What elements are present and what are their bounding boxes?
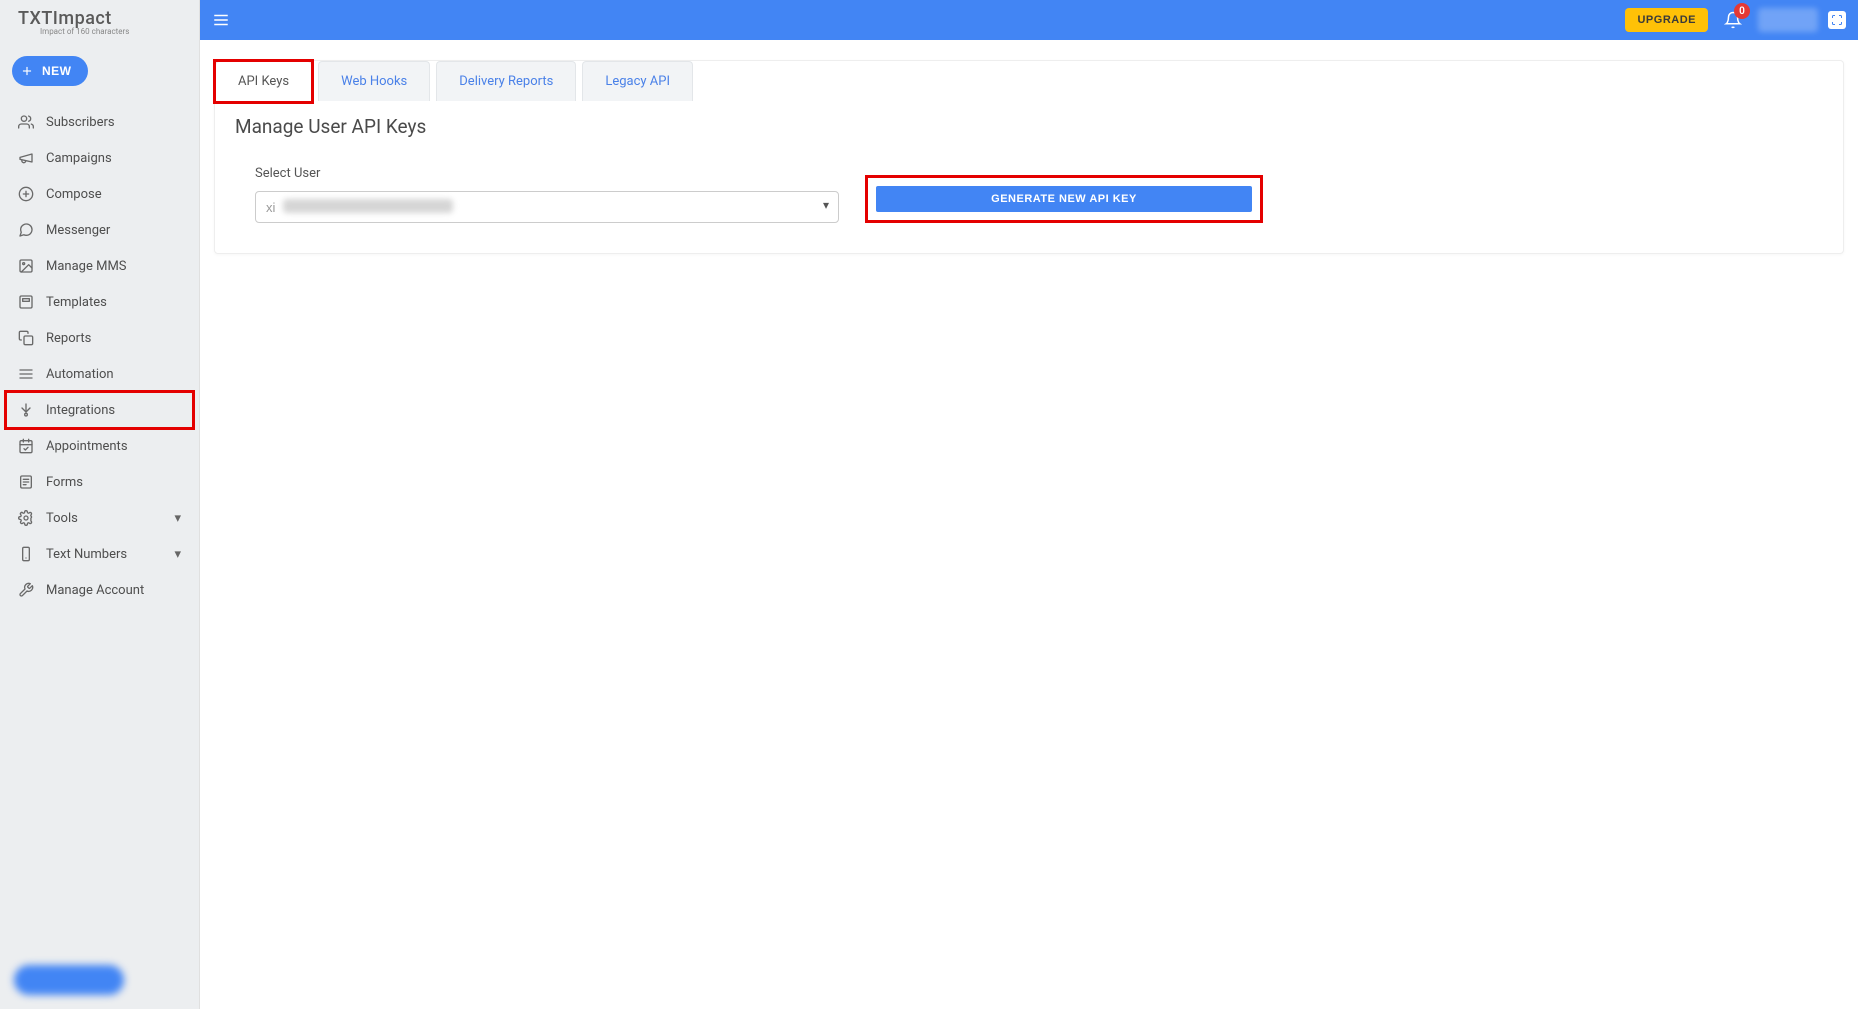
sidebar-item-manage-account[interactable]: Manage Account (0, 572, 199, 608)
notification-badge: 0 (1734, 3, 1750, 19)
panel-title: Manage User API Keys (235, 115, 1823, 138)
fullscreen-button[interactable] (1828, 11, 1846, 29)
sidebar-item-tools[interactable]: Tools ▾ (0, 500, 199, 536)
sidebar-item-appointments[interactable]: Appointments (0, 428, 199, 464)
stack-icon (18, 366, 34, 382)
new-button[interactable]: NEW (12, 56, 88, 86)
sidebar-item-subscribers[interactable]: Subscribers (0, 104, 199, 140)
sidebar-item-label: Manage Account (46, 583, 144, 598)
sidebar-item-text-numbers[interactable]: Text Numbers ▾ (0, 536, 199, 572)
sidebar-item-integrations[interactable]: Integrations (0, 392, 199, 428)
sidebar-item-manage-mms[interactable]: Manage MMS (0, 248, 199, 284)
sidebar-item-label: Text Numbers (46, 547, 127, 562)
plus-icon (20, 64, 34, 78)
upgrade-button[interactable]: UPGRADE (1625, 8, 1708, 32)
sidebar-item-label: Tools (46, 511, 78, 526)
tab-api-keys[interactable]: API Keys (215, 61, 312, 101)
menu-icon (212, 11, 230, 29)
sidebar-item-label: Compose (46, 187, 102, 202)
plug-icon (18, 402, 34, 418)
sidebar-nav: Subscribers Campaigns Compose Messenger Mana… (0, 100, 199, 1009)
topbar: UPGRADE 0 (200, 0, 1858, 40)
gear-icon (18, 510, 34, 526)
generate-api-key-button[interactable]: GENERATE NEW API KEY (876, 186, 1252, 212)
user-chip[interactable] (1758, 8, 1818, 32)
tab-panel: Manage User API Keys Select User xi (215, 101, 1843, 253)
select-user-dropdown[interactable]: xi (255, 191, 839, 223)
content-area: API KeysWeb HooksDelivery ReportsLegacy … (200, 40, 1858, 1009)
sidebar-item-label: Templates (46, 295, 107, 310)
sidebar-item-forms[interactable]: Forms (0, 464, 199, 500)
template-icon (18, 294, 34, 310)
sidebar-item-label: Integrations (46, 403, 115, 418)
compose-icon (18, 186, 34, 202)
tab-delivery-reports[interactable]: Delivery Reports (436, 61, 576, 101)
sidebar-item-label: Campaigns (46, 151, 112, 166)
chevron-down-icon: ▾ (174, 547, 181, 562)
tab-legacy-api[interactable]: Legacy API (582, 61, 693, 101)
sidebar-item-messenger[interactable]: Messenger (0, 212, 199, 248)
form-icon (18, 474, 34, 490)
tab-strip: API KeysWeb HooksDelivery ReportsLegacy … (215, 61, 1843, 101)
calendar-check-icon (18, 438, 34, 454)
wrench-icon (18, 582, 34, 598)
chat-icon (18, 222, 34, 238)
sidebar-item-automation[interactable]: Automation (0, 356, 199, 392)
sidebar-item-label: Automation (46, 367, 114, 382)
expand-icon (1831, 14, 1843, 26)
highlight-box (213, 59, 314, 104)
phone-icon (18, 546, 34, 562)
chevron-down-icon: ▾ (174, 511, 181, 526)
sidebar-item-label: Manage MMS (46, 259, 127, 274)
sidebar-item-label: Reports (46, 331, 91, 346)
tab-web-hooks[interactable]: Web Hooks (318, 61, 430, 101)
sidebar-item-label: Appointments (46, 439, 128, 454)
sidebar-item-compose[interactable]: Compose (0, 176, 199, 212)
megaphone-icon (18, 150, 34, 166)
sidebar-item-reports[interactable]: Reports (0, 320, 199, 356)
main-card: API KeysWeb HooksDelivery ReportsLegacy … (214, 60, 1844, 254)
sidebar-footer-blur (14, 965, 124, 995)
brand-logo: TXTImpact Impact of 160 characters (0, 0, 199, 46)
copy-icon (18, 330, 34, 346)
sidebar-item-label: Subscribers (46, 115, 115, 130)
sidebar: TXTImpact Impact of 160 characters NEW S… (0, 0, 200, 1009)
sidebar-item-campaigns[interactable]: Campaigns (0, 140, 199, 176)
users-icon (18, 114, 34, 130)
sidebar-item-templates[interactable]: Templates (0, 284, 199, 320)
sidebar-item-label: Messenger (46, 223, 110, 238)
select-user-wrapper: xi (255, 191, 839, 223)
hamburger-button[interactable] (212, 11, 230, 29)
generate-highlight-box: GENERATE NEW API KEY (865, 175, 1263, 223)
image-icon (18, 258, 34, 274)
sidebar-item-label: Forms (46, 475, 83, 490)
main-area: UPGRADE 0 API KeysWeb HooksDelivery Repo… (200, 0, 1858, 1009)
select-user-label: Select User (255, 166, 839, 181)
notifications-button[interactable]: 0 (1724, 11, 1742, 29)
